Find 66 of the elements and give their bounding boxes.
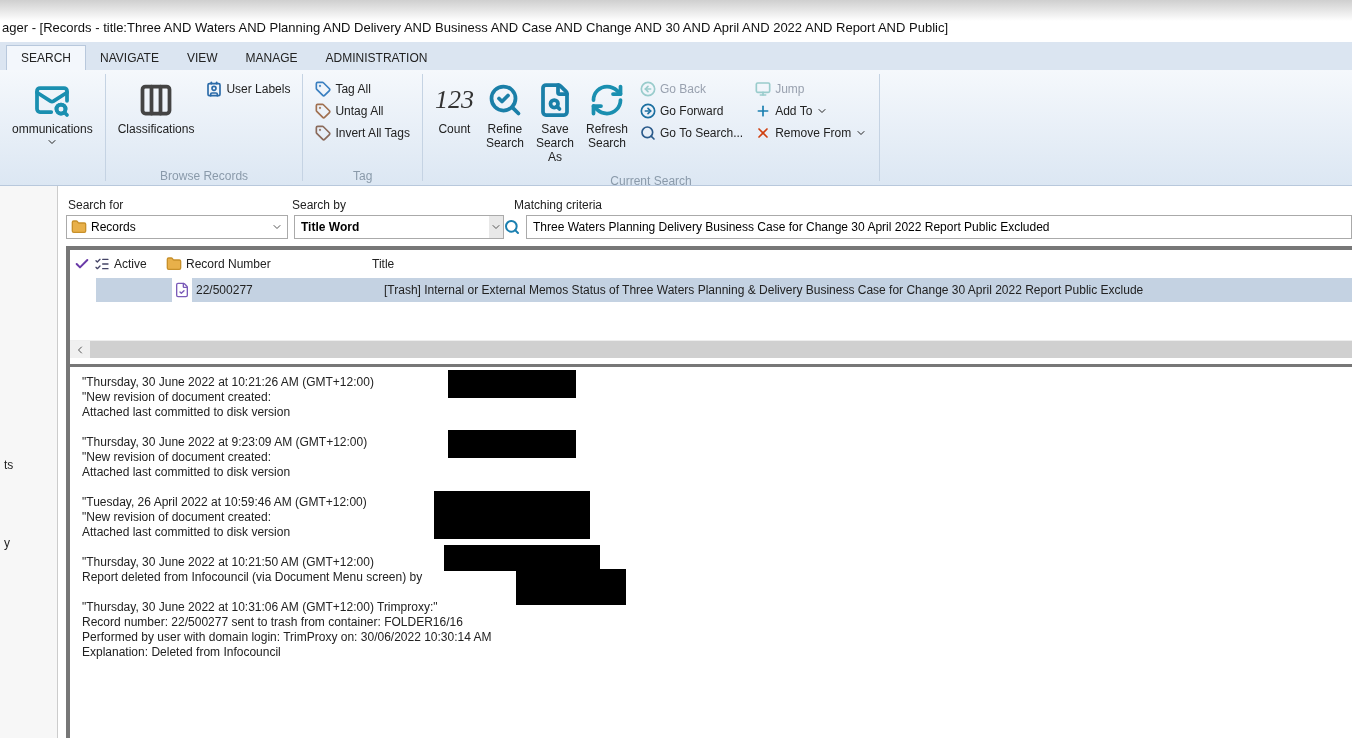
history-line: Attached last committed to disk version [82,405,291,420]
search-icon[interactable] [504,219,520,235]
group-label: Browse Records [160,169,249,183]
ribbon-tab[interactable]: VIEW [172,45,232,70]
ribbon-button[interactable]: Untag All [315,100,410,122]
horizontal-scrollbar[interactable] [70,340,1352,358]
column-header[interactable]: Active [114,255,166,273]
ribbon-button[interactable]: Add To [755,100,868,122]
ribbon-button[interactable]: Refine Search [481,74,528,154]
history-line: Attached last committed to disk version [82,465,291,480]
column-header[interactable]: Title [372,255,395,273]
search-by-dropdown[interactable]: Title Word [294,215,504,239]
contact-card-icon [206,81,223,97]
history-line: "Thursday, 30 June 2022 at 9:23:09 AM (GMT+12:00) [82,435,368,450]
ribbon-button[interactable]: Go Forward [640,100,744,122]
history-line: "Thursday, 30 June 2022 at 10:21:50 AM (GMT+12:00) [82,555,374,570]
folder-icon [71,219,87,235]
sidebar-item[interactable]: y [4,534,57,552]
group-label: Current Search [610,174,692,188]
column-header[interactable]: Record Number [186,255,372,273]
table-cell: [Trash] Internal or External Memos Status of Three Waters Planning & Delivery Business Case for Change 30 April 2022 Report Public Exclude [384,278,1352,302]
history-line: "Thursday, 30 June 2022 at 10:21:26 AM (GMT+12:00) [82,375,374,390]
tag-icon [315,103,332,119]
ribbon-tab[interactable]: ADMINISTRATION [311,45,442,70]
ribbon-tab[interactable]: NAVIGATE [86,45,173,70]
tag-icon [315,81,332,97]
document-icon [174,282,190,298]
matching-criteria-field[interactable]: Three Waters Planning Delivery Business Case for Change 30 April 2022 Report Public Excluded [526,215,1352,239]
ribbon-button[interactable]: ommunications [8,74,97,152]
field-label: Search by [292,197,348,214]
search-for-dropdown[interactable]: Records [66,215,288,239]
history-line: "Tuesday, 26 April 2022 at 10:59:46 AM (GMT+12:00) [82,495,367,510]
ribbon-button[interactable]: 123 Count [430,74,478,140]
history-line: Performed by user with domain login: TrimProxy on: 30/06/2022 10:30:14 AM [82,630,492,645]
list-icon [94,256,110,272]
group-label: Tag [353,169,373,183]
history-line: Record number: 22/500277 sent to trash from container: FOLDER16/16 [82,615,463,630]
ribbon-button[interactable]: Refresh Search [581,74,632,154]
ribbon-button[interactable]: Go To Search... [640,122,744,144]
window-title: ager - [Records - title:Three AND Waters AND Planning AND Delivery AND Business AND Case AND Change AND 30 AND April AND 2022 AND Report AND Public] [2,18,949,37]
field-label: Search for [67,197,125,214]
ribbon-tab[interactable]: MANAGE [231,45,312,70]
sidebar-item[interactable]: ts [4,456,57,474]
monitor-icon [755,81,772,97]
folder-icon [166,256,182,272]
history-line: Report deleted from Infocouncil (via Document Menu screen) by [82,570,423,585]
history-line: "New revision of document created: [82,510,272,525]
history-line: Attached last committed to disk version [82,525,291,540]
ribbon-button[interactable]: Classifications [113,74,199,140]
tag-icon [315,125,332,141]
table-cell: 22/500277 [192,278,384,302]
field-label: Matching criteria [514,197,603,214]
history-line: "New revision of document created: [82,450,272,465]
ribbon-tab[interactable]: SEARCH [6,45,86,70]
ribbon-button[interactable]: Tag All [315,78,410,100]
table-row[interactable]: 22/500277 [Trash] Internal or External Memos Status of Three Waters Planning & Delivery Business Case for Change 30 April 2022 Report Public Exclude [70,278,1352,302]
ribbon-button[interactable]: Remove From [755,122,868,144]
history-line: Explanation: Deleted from Infocouncil [82,645,281,660]
count-glyph: 123 [434,93,474,107]
search-icon [640,125,656,141]
ribbon-button[interactable]: Invert All Tags [315,122,410,144]
history-line: "Thursday, 30 June 2022 at 10:31:06 AM (GMT+12:00) Trimproxy:" [82,600,438,615]
ribbon-button[interactable]: User Labels [206,78,291,100]
history-line: "New revision of document created: [82,390,272,405]
ribbon-button[interactable]: Save Search As [531,74,578,168]
refresh-icon [589,82,625,118]
